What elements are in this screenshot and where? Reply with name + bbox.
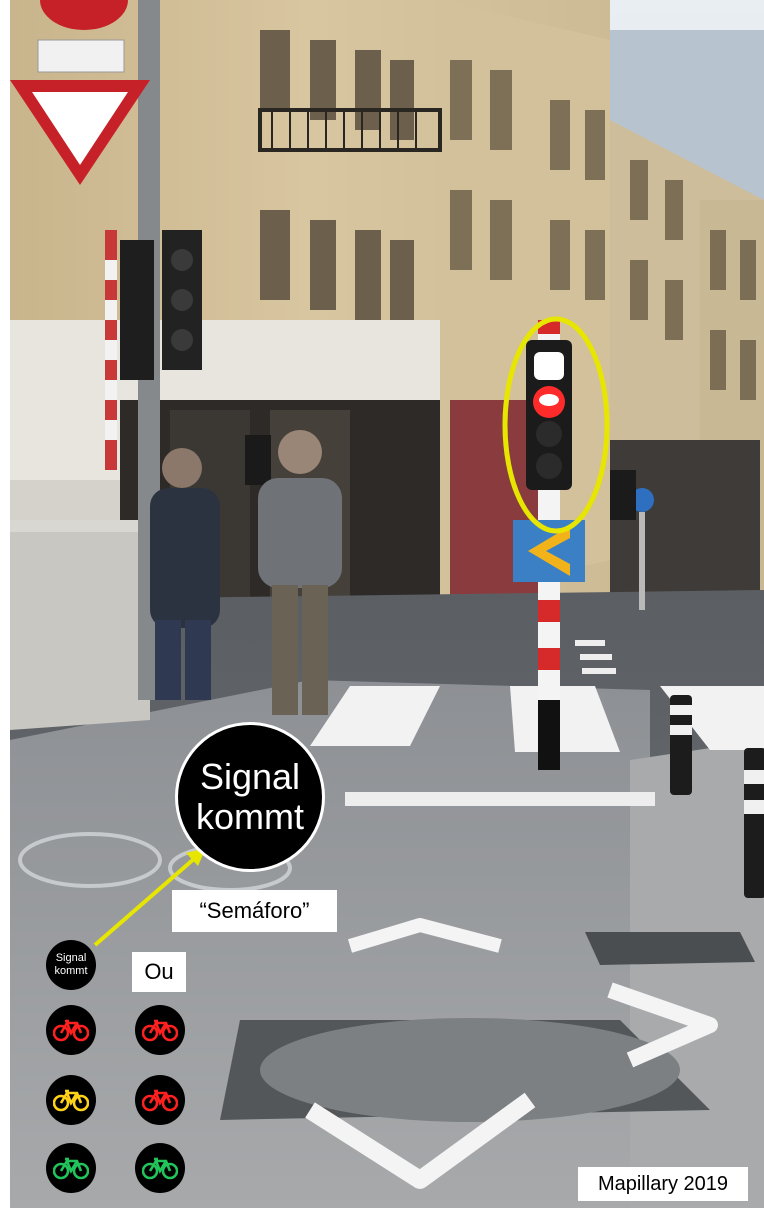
signal-callout-line1: Signal [199, 755, 301, 797]
street-photo [10, 0, 764, 1208]
small-signal-line1: Signal [55, 952, 87, 965]
small-signal-line2: kommt [54, 965, 88, 977]
signal-callout-disc: Signal kommt [175, 722, 325, 872]
photo-credit: Mapillary 2019 [578, 1167, 748, 1201]
bicycle-green-icon [135, 1143, 185, 1193]
or-label: Ou [132, 952, 186, 992]
bicycle-red-icon [46, 1005, 96, 1055]
signal-callout-line2: kommt [196, 796, 304, 837]
small-signal-disc: Signal kommt [46, 940, 96, 990]
bicycle-red-icon [135, 1005, 185, 1055]
bicycle-red-icon [135, 1075, 185, 1125]
bicycle-green-icon [46, 1143, 96, 1193]
translation-label: “Semáforo” [172, 890, 337, 932]
bicycle-yellow-icon [46, 1075, 96, 1125]
